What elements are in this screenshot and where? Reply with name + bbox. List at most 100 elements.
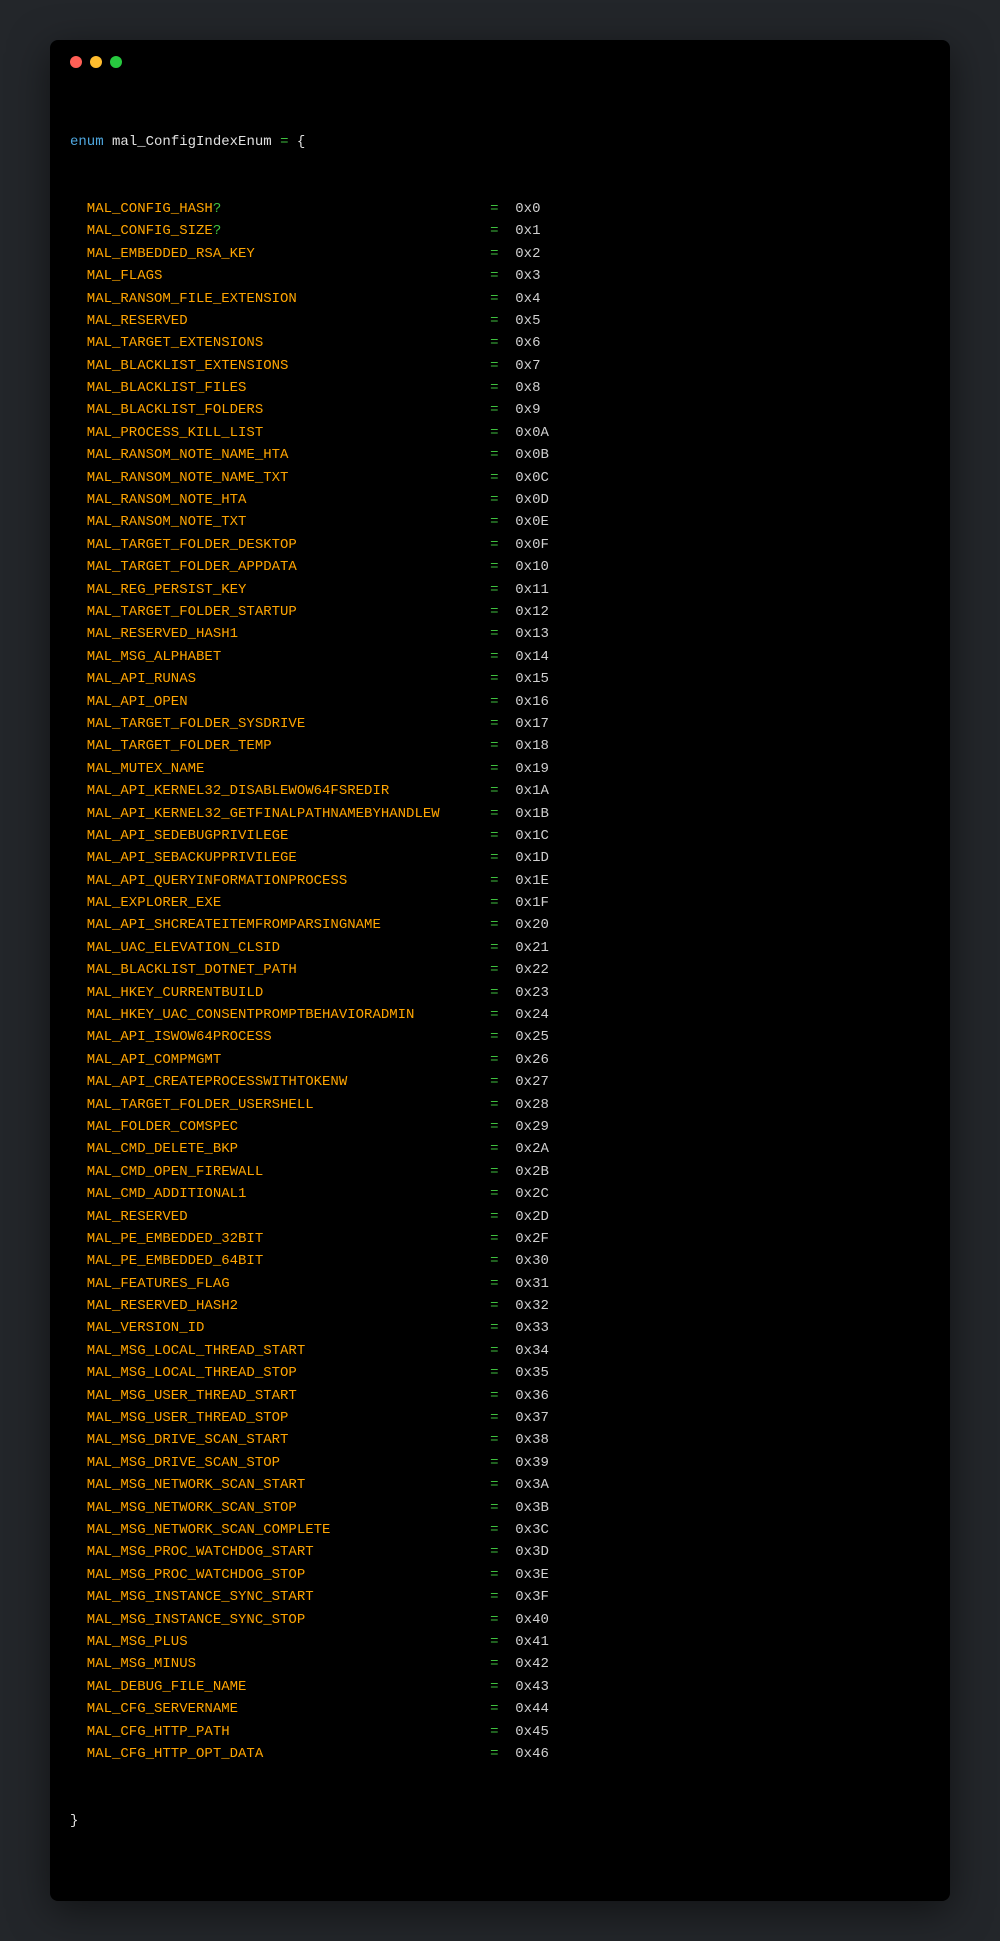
enum-entry-value: 0x28 [515, 1094, 549, 1116]
equals-sign: = [490, 982, 515, 1004]
enum-entry-name: MAL_API_CREATEPROCESSWITHTOKENW [87, 1071, 490, 1093]
enum-entry: MAL_RANSOM_NOTE_NAME_HTA=0x0B [70, 444, 930, 466]
equals-sign: = [490, 1183, 515, 1205]
enum-entry-value: 0x3A [515, 1474, 549, 1496]
enum-entry-name: MAL_MSG_LOCAL_THREAD_START [87, 1340, 490, 1362]
enum-entry: MAL_PROCESS_KILL_LIST=0x0A [70, 422, 930, 444]
enum-entry-name: MAL_BLACKLIST_EXTENSIONS [87, 355, 490, 377]
equals-sign: = [490, 1295, 515, 1317]
enum-entry: MAL_MSG_PROC_WATCHDOG_STOP=0x3E [70, 1564, 930, 1586]
enum-entry-name: MAL_MSG_NETWORK_SCAN_STOP [87, 1497, 490, 1519]
enum-entry-value: 0x1F [515, 892, 549, 914]
enum-entry-name: MAL_TARGET_FOLDER_STARTUP [87, 601, 490, 623]
equals-sign: = [490, 332, 515, 354]
enum-entry: MAL_BLACKLIST_DOTNET_PATH=0x22 [70, 959, 930, 981]
enum-entry-name: MAL_MSG_ALPHABET [87, 646, 490, 668]
enum-entry-value: 0x3D [515, 1541, 549, 1563]
equals-sign: = [490, 937, 515, 959]
enum-entry-name: MAL_MSG_DRIVE_SCAN_STOP [87, 1452, 490, 1474]
enum-entry-name: MAL_PROCESS_KILL_LIST [87, 422, 490, 444]
enum-entry: MAL_EXPLORER_EXE=0x1F [70, 892, 930, 914]
enum-entry: MAL_API_QUERYINFORMATIONPROCESS=0x1E [70, 870, 930, 892]
enum-entry-value: 0x20 [515, 914, 549, 936]
enum-entry-value: 0x0A [515, 422, 549, 444]
equals-sign: = [490, 1250, 515, 1272]
enum-entry: MAL_MSG_USER_THREAD_STOP=0x37 [70, 1407, 930, 1429]
equals-sign: = [490, 646, 515, 668]
enum-entry-value: 0x0F [515, 534, 549, 556]
enum-entry-name: MAL_TARGET_FOLDER_DESKTOP [87, 534, 490, 556]
enum-entry: MAL_BLACKLIST_EXTENSIONS=0x7 [70, 355, 930, 377]
enum-entry-value: 0x3 [515, 265, 540, 287]
enum-entry-value: 0x43 [515, 1676, 549, 1698]
enum-entry-name: MAL_CFG_HTTP_OPT_DATA [87, 1743, 490, 1765]
enum-entry: MAL_MSG_NETWORK_SCAN_START=0x3A [70, 1474, 930, 1496]
enum-entry-name: MAL_RANSOM_NOTE_HTA [87, 489, 490, 511]
enum-entry-name: MAL_CFG_SERVERNAME [87, 1698, 490, 1720]
enum-entry: MAL_FLAGS=0x3 [70, 265, 930, 287]
enum-entry-value: 0x17 [515, 713, 549, 735]
enum-identifier: mal_ConfigIndexEnum [112, 131, 272, 153]
enum-entry-value: 0x16 [515, 691, 549, 713]
equals-sign: = [490, 1497, 515, 1519]
enum-entry-name: MAL_FLAGS [87, 265, 490, 287]
enum-entry-name: MAL_API_RUNAS [87, 668, 490, 690]
equals-sign: = [490, 1474, 515, 1496]
enum-entry-name: MAL_API_SEBACKUPPRIVILEGE [87, 847, 490, 869]
enum-entry: MAL_API_SHCREATEITEMFROMPARSINGNAME=0x20 [70, 914, 930, 936]
equals-sign: = [490, 399, 515, 421]
enum-entry: MAL_API_KERNEL32_GETFINALPATHNAMEBYHANDL… [70, 803, 930, 825]
enum-entry-value: 0x3E [515, 1564, 549, 1586]
equals-sign: = [490, 1564, 515, 1586]
close-brace: } [70, 1810, 78, 1832]
equals-sign: = [490, 1698, 515, 1720]
enum-entry: MAL_MSG_INSTANCE_SYNC_STOP=0x40 [70, 1609, 930, 1631]
enum-entry: MAL_RESERVED_HASH2=0x32 [70, 1295, 930, 1317]
enum-entry: MAL_API_SEDEBUGPRIVILEGE=0x1C [70, 825, 930, 847]
equals-sign: = [490, 1049, 515, 1071]
enum-entry-value: 0x15 [515, 668, 549, 690]
equals-sign: = [490, 1586, 515, 1608]
enum-entry-name: MAL_TARGET_FOLDER_SYSDRIVE [87, 713, 490, 735]
enum-entry-name: MAL_UAC_ELEVATION_CLSID [87, 937, 490, 959]
enum-entry-name: MAL_RESERVED_HASH2 [87, 1295, 490, 1317]
close-icon[interactable] [70, 56, 82, 68]
keyword-enum: enum [70, 131, 104, 153]
equals-sign: = [490, 243, 515, 265]
enum-entry-name: MAL_CONFIG_SIZE? [87, 220, 490, 242]
enum-entry-name: MAL_MSG_NETWORK_SCAN_COMPLETE [87, 1519, 490, 1541]
equals-sign: = [490, 1071, 515, 1093]
enum-header-line: enum mal_ConfigIndexEnum = { [70, 131, 930, 153]
enum-entry: MAL_PE_EMBEDDED_32BIT=0x2F [70, 1228, 930, 1250]
enum-entry: MAL_API_COMPMGMT=0x26 [70, 1049, 930, 1071]
enum-entry: MAL_MSG_NETWORK_SCAN_STOP=0x3B [70, 1497, 930, 1519]
enum-entry-value: 0x12 [515, 601, 549, 623]
enum-entry-name: MAL_HKEY_CURRENTBUILD [87, 982, 490, 1004]
enum-entry: MAL_FEATURES_FLAG=0x31 [70, 1273, 930, 1295]
enum-entry-value: 0x8 [515, 377, 540, 399]
enum-entry: MAL_TARGET_FOLDER_STARTUP=0x12 [70, 601, 930, 623]
equals-sign: = [490, 1541, 515, 1563]
enum-entry: MAL_API_ISWOW64PROCESS=0x25 [70, 1026, 930, 1048]
enum-entry: MAL_HKEY_UAC_CONSENTPROMPTBEHAVIORADMIN=… [70, 1004, 930, 1026]
enum-entry-value: 0x1E [515, 870, 549, 892]
equals-sign: = [490, 847, 515, 869]
enum-entry-name: MAL_RESERVED_HASH1 [87, 623, 490, 645]
enum-entry-value: 0x1C [515, 825, 549, 847]
equals-sign: = [490, 1743, 515, 1765]
enum-entry-value: 0x22 [515, 959, 549, 981]
enum-entry-name: MAL_CONFIG_HASH? [87, 198, 490, 220]
equals-sign: = [490, 691, 515, 713]
equals-sign: = [280, 131, 288, 153]
enum-entry-value: 0x2F [515, 1228, 549, 1250]
maximize-icon[interactable] [110, 56, 122, 68]
minimize-icon[interactable] [90, 56, 102, 68]
enum-entry: MAL_RESERVED_HASH1=0x13 [70, 623, 930, 645]
enum-entry: MAL_API_SEBACKUPPRIVILEGE=0x1D [70, 847, 930, 869]
equals-sign: = [490, 758, 515, 780]
equals-sign: = [490, 288, 515, 310]
enum-entry-name: MAL_PE_EMBEDDED_64BIT [87, 1250, 490, 1272]
enum-entry-value: 0x2 [515, 243, 540, 265]
enum-entry: MAL_MSG_DRIVE_SCAN_STOP=0x39 [70, 1452, 930, 1474]
enum-entry-value: 0x41 [515, 1631, 549, 1653]
